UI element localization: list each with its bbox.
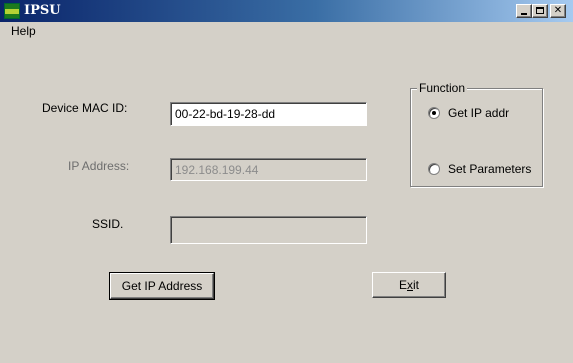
ip-address-field: 192.168.199.44 bbox=[170, 158, 367, 181]
menu-bar: Help bbox=[0, 22, 573, 40]
window-title: IPSU bbox=[24, 3, 61, 18]
title-bar[interactable]: IPSU ✕ bbox=[0, 0, 573, 22]
ssid-label: SSID. bbox=[92, 217, 124, 231]
radio-unselected-icon[interactable] bbox=[428, 163, 440, 175]
radio-label-set-parameters: Set Parameters bbox=[448, 162, 532, 176]
ipsu-app-icon bbox=[4, 3, 20, 19]
minimize-icon bbox=[521, 13, 527, 15]
menu-help[interactable]: Help bbox=[11, 24, 36, 38]
radio-label-get-ip-addr: Get IP addr bbox=[448, 106, 510, 120]
exit-button[interactable]: Exit bbox=[372, 272, 446, 298]
ip-address-label: IP Address: bbox=[68, 159, 130, 173]
maximize-icon bbox=[536, 7, 544, 14]
mac-id-label: Device MAC ID: bbox=[42, 101, 128, 115]
get-ip-address-button[interactable]: Get IP Address bbox=[109, 272, 215, 300]
function-legend: Function bbox=[417, 81, 468, 95]
function-groupbox: Function Get IP addr Set Parameters bbox=[410, 81, 543, 187]
minimize-button[interactable] bbox=[516, 4, 532, 18]
maximize-button[interactable] bbox=[532, 4, 548, 18]
close-icon: ✕ bbox=[553, 5, 563, 16]
mac-id-input[interactable]: 00-22-bd-19-28-dd bbox=[170, 102, 367, 126]
exit-label-prefix: E bbox=[398, 278, 407, 292]
close-button[interactable]: ✕ bbox=[550, 4, 566, 18]
ssid-input[interactable] bbox=[170, 216, 367, 244]
radio-selected-icon[interactable] bbox=[428, 107, 440, 119]
ipsu-window: IPSU ✕ Help Device MAC ID: 00-22-bd-19-2… bbox=[0, 0, 573, 363]
exit-label-suffix: it bbox=[413, 278, 419, 292]
